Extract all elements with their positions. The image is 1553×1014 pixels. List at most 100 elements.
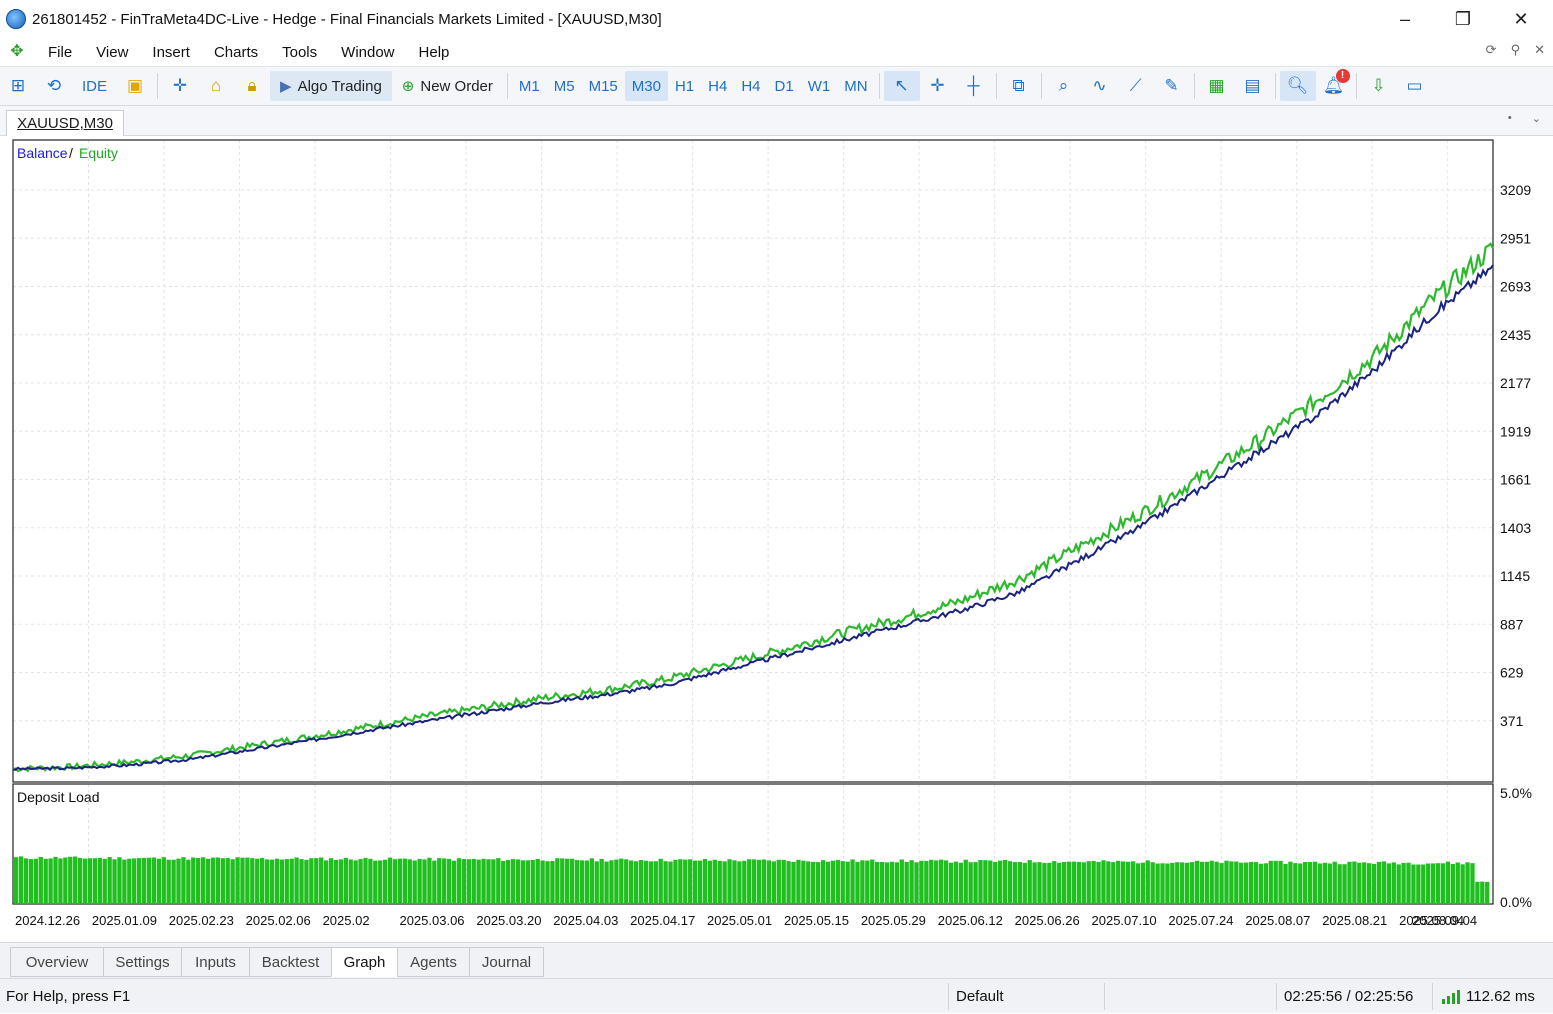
- deposit-load-bar: [432, 860, 437, 904]
- deposit-load-bar: [368, 858, 373, 904]
- chart-area[interactable]: 3209 2951 2693 2435 2177 1919 1661 1403 1145 887 6…: [0, 136, 1553, 942]
- timeframe-w1[interactable]: W1: [801, 71, 838, 101]
- algo-trading-button[interactable]: ▶ Algo Trading: [270, 71, 392, 101]
- tab-graph[interactable]: Graph: [331, 947, 398, 977]
- y-tick-label: 1403: [1500, 520, 1531, 536]
- deposit-load-bar: [727, 859, 732, 904]
- bank-icon[interactable]: ⌂: [198, 71, 234, 101]
- menu-help[interactable]: Help: [407, 44, 462, 61]
- chart-tab-row: XAUUSD,M30 • ⌄: [0, 106, 1553, 136]
- script-icon[interactable]: ▣: [117, 71, 153, 101]
- deposit-load-bar: [1362, 862, 1367, 904]
- deposit-load-bar: [929, 859, 934, 904]
- trendline-icon[interactable]: ⟋: [1118, 71, 1154, 101]
- chevron-down-icon[interactable]: ⌄: [1532, 112, 1541, 125]
- menu-charts[interactable]: Charts: [202, 44, 270, 61]
- deposit-load-bar: [161, 857, 166, 904]
- deposit-load-bar: [840, 861, 845, 904]
- timeframe-m30[interactable]: M30: [624, 71, 668, 101]
- objects-icon[interactable]: ⧉: [1001, 71, 1037, 101]
- deposit-load-bar: [402, 858, 407, 904]
- deposit-load-bar: [1283, 863, 1288, 904]
- zoom-search-icon[interactable]: ⌕: [1046, 71, 1082, 101]
- deposit-load-bar: [515, 859, 521, 904]
- pin-icon[interactable]: ⚲: [1511, 42, 1521, 58]
- deposit-load-bar: [648, 861, 653, 904]
- crosshair-icon[interactable]: ✛: [920, 71, 956, 101]
- x-tick-label: 2025.05.15: [784, 913, 849, 928]
- deposit-load-bar: [525, 860, 530, 904]
- tab-inputs[interactable]: Inputs: [181, 947, 250, 977]
- search-icon[interactable]: 🔍︎: [1279, 71, 1316, 101]
- deposit-load-bar: [1352, 861, 1357, 904]
- timeframe-h4[interactable]: H4: [701, 71, 734, 101]
- deposit-load-bar: [43, 858, 48, 904]
- new-order-button[interactable]: ⊕ New Order: [392, 71, 503, 101]
- deposit-load-bar: [1145, 860, 1150, 904]
- chart-tab-xauusd[interactable]: XAUUSD,M30: [6, 110, 124, 136]
- deposit-load-bar: [506, 860, 511, 904]
- new-chart-icon[interactable]: ⊞: [0, 71, 36, 101]
- menu-view[interactable]: View: [84, 44, 140, 61]
- timeframe-m5[interactable]: M5: [547, 71, 582, 101]
- ide-button[interactable]: IDE: [72, 71, 117, 101]
- timeframe-h4-2[interactable]: H4: [734, 71, 767, 101]
- deposit-load-bar: [1239, 862, 1244, 904]
- maximize-button[interactable]: ❐: [1434, 0, 1492, 38]
- app-menu-icon[interactable]: ✥: [8, 43, 26, 61]
- timeframe-m15[interactable]: M15: [582, 71, 625, 101]
- indicators-icon[interactable]: ∿: [1082, 71, 1118, 101]
- deposit-load-bar: [18, 856, 24, 904]
- deposit-load-bar: [427, 857, 432, 904]
- menu-insert[interactable]: Insert: [140, 44, 202, 61]
- alerts-icon[interactable]: 🔔︎: [1316, 69, 1352, 101]
- deposit-load-bar: [407, 859, 412, 904]
- menu-window[interactable]: Window: [329, 44, 406, 61]
- equity-series-line: [12, 242, 1494, 773]
- deposit-load-bar: [186, 859, 191, 904]
- signals-icon[interactable]: ⇩: [1361, 71, 1397, 101]
- cursor-icon[interactable]: ↖: [883, 71, 920, 101]
- menu-file[interactable]: File: [36, 44, 84, 61]
- dot-icon[interactable]: •: [1508, 112, 1512, 125]
- x-tick-label: 2025.08.21: [1322, 913, 1387, 928]
- chart-template-icon[interactable]: ▦: [1199, 71, 1235, 101]
- vertical-line-icon[interactable]: ┼: [956, 71, 992, 101]
- deposit-load-bar: [314, 858, 319, 904]
- deposit-load-bar: [1037, 862, 1042, 904]
- close-chart-icon[interactable]: ✕: [1534, 42, 1545, 58]
- tab-settings[interactable]: Settings: [103, 947, 182, 977]
- deposit-load-bar: [1440, 863, 1446, 904]
- lock-icon[interactable]: 🔒︎: [234, 71, 270, 101]
- timeframe-h1[interactable]: H1: [668, 71, 701, 101]
- window-layout-icon[interactable]: ▭: [1397, 71, 1433, 101]
- tab-agents[interactable]: Agents: [397, 947, 470, 977]
- status-profile[interactable]: Default: [956, 979, 1004, 1014]
- deposit-load-bar: [938, 859, 944, 904]
- close-button[interactable]: ✕: [1492, 0, 1550, 38]
- deposit-load-bar: [205, 858, 211, 904]
- tab-overview[interactable]: Overview: [10, 947, 104, 977]
- crosshair-small-icon[interactable]: ✛: [162, 71, 198, 101]
- tab-journal[interactable]: Journal: [469, 947, 544, 977]
- minimize-button[interactable]: –: [1376, 0, 1434, 38]
- tab-backtest[interactable]: Backtest: [249, 947, 332, 977]
- deposit-load-bar: [1219, 863, 1224, 904]
- status-connection[interactable]: 112.62 ms: [1442, 979, 1535, 1014]
- deposit-load-bar: [1214, 861, 1219, 904]
- timeframe-m1[interactable]: M1: [512, 71, 547, 101]
- deposit-load-bar: [579, 860, 585, 904]
- balance-chart: 3209 2951 2693 2435 2177 1919 1661 1403 1145 887 6…: [12, 139, 1532, 928]
- timeframe-d1[interactable]: D1: [768, 71, 801, 101]
- deposit-load-bar: [196, 858, 201, 904]
- deposit-load-bar: [1450, 864, 1455, 904]
- sync-icon[interactable]: ⟳: [1486, 42, 1497, 58]
- deposit-load-bar: [235, 857, 240, 904]
- menu-tools[interactable]: Tools: [270, 44, 329, 61]
- deposit-load-bar: [1194, 860, 1200, 904]
- chart-profile-icon[interactable]: ▤: [1235, 71, 1271, 101]
- refresh-icon[interactable]: ⟲: [36, 71, 72, 101]
- deposit-load-bar: [363, 857, 368, 904]
- timeframe-mn[interactable]: MN: [837, 71, 874, 101]
- pencil-icon[interactable]: ✎: [1154, 71, 1190, 101]
